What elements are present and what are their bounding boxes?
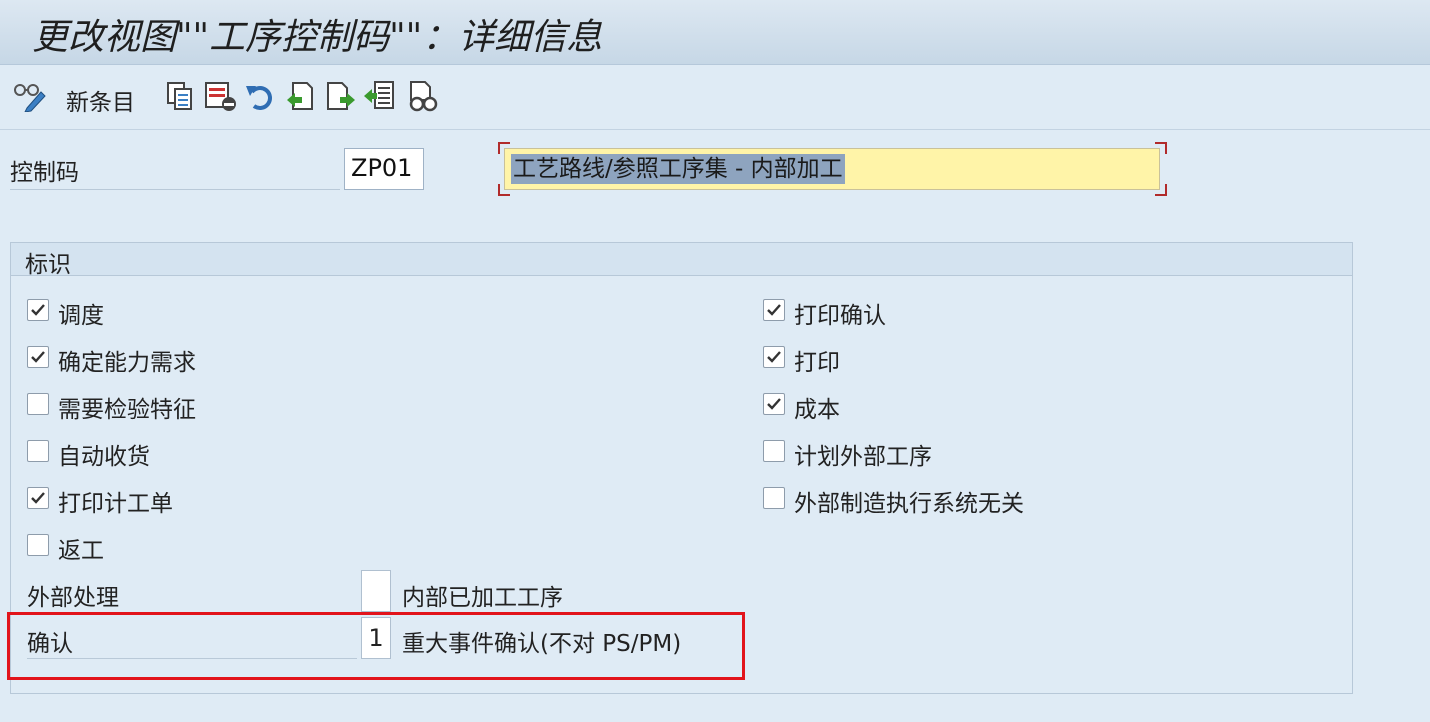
- description-input[interactable]: 工艺路线/参照工序集 - 内部加工: [504, 148, 1160, 190]
- external-processing-label: 外部处理: [27, 578, 357, 613]
- checkbox-costing[interactable]: [763, 393, 785, 415]
- checkbox-print[interactable]: [763, 346, 785, 368]
- checkbox-label: 打印: [794, 350, 840, 376]
- window-title: 更改视图""工序控制码""：详细信息: [32, 17, 603, 58]
- group-header: 标识: [11, 243, 1352, 278]
- checkbox-print-confirmation[interactable]: [763, 299, 785, 321]
- checkbox-inspection-characteristics[interactable]: [27, 393, 49, 415]
- new-entries-button[interactable]: 新条目: [66, 83, 135, 117]
- description-text: 工艺路线/参照工序集 - 内部加工: [511, 154, 845, 184]
- previous-entry-icon[interactable]: [284, 79, 316, 113]
- undo-icon[interactable]: [243, 79, 277, 113]
- focus-corner: [498, 184, 510, 196]
- checkbox-label: 计划外部工序: [794, 444, 932, 470]
- checkbox-scheduling[interactable]: [27, 299, 49, 321]
- find-icon[interactable]: [406, 79, 440, 113]
- checkbox-rework[interactable]: [27, 534, 49, 556]
- external-processing-description: 内部已加工工序: [402, 585, 563, 611]
- transport-icon[interactable]: [362, 79, 396, 113]
- copy-icon[interactable]: [164, 79, 196, 113]
- checkbox-schedule-external-op[interactable]: [763, 440, 785, 462]
- checkbox-label: 成本: [794, 397, 840, 423]
- checkbox-label: 返工: [58, 538, 104, 564]
- next-entry-icon[interactable]: [324, 79, 358, 113]
- checkbox-label: 打印计工单: [58, 491, 173, 517]
- checkbox-label: 自动收货: [58, 444, 150, 470]
- checkbox-label: 打印确认: [794, 303, 886, 329]
- focus-corner: [498, 142, 510, 154]
- highlight-box: [7, 612, 745, 680]
- focus-corner: [1155, 184, 1167, 196]
- control-key-input[interactable]: ZP01: [344, 148, 424, 190]
- delete-icon[interactable]: [202, 79, 238, 113]
- external-processing-input[interactable]: [361, 570, 391, 612]
- description-selected-text: 工艺路线/参照工序集 - 内部加: [513, 156, 820, 182]
- control-key-label: 控制码: [10, 153, 340, 190]
- checkbox-label: 需要检验特征: [58, 397, 196, 423]
- focus-corner: [1155, 142, 1167, 154]
- checkbox-label: 外部制造执行系统无关: [794, 491, 1024, 517]
- glasses-pencil-icon[interactable]: [12, 79, 48, 113]
- toolbar: 新条目: [0, 65, 1430, 130]
- checkbox-label: 确定能力需求: [58, 350, 196, 376]
- description-tail-text: 工: [819, 156, 843, 182]
- checkbox-label: 调度: [58, 303, 104, 329]
- checkbox-auto-goods-receipt[interactable]: [27, 440, 49, 462]
- checkbox-print-time-tickets[interactable]: [27, 487, 49, 509]
- checkbox-mes-not-relevant[interactable]: [763, 487, 785, 509]
- title-bar: 更改视图""工序控制码""：详细信息: [0, 0, 1430, 65]
- checkbox-capacity-requirements[interactable]: [27, 346, 49, 368]
- group-title: 标识: [25, 252, 71, 278]
